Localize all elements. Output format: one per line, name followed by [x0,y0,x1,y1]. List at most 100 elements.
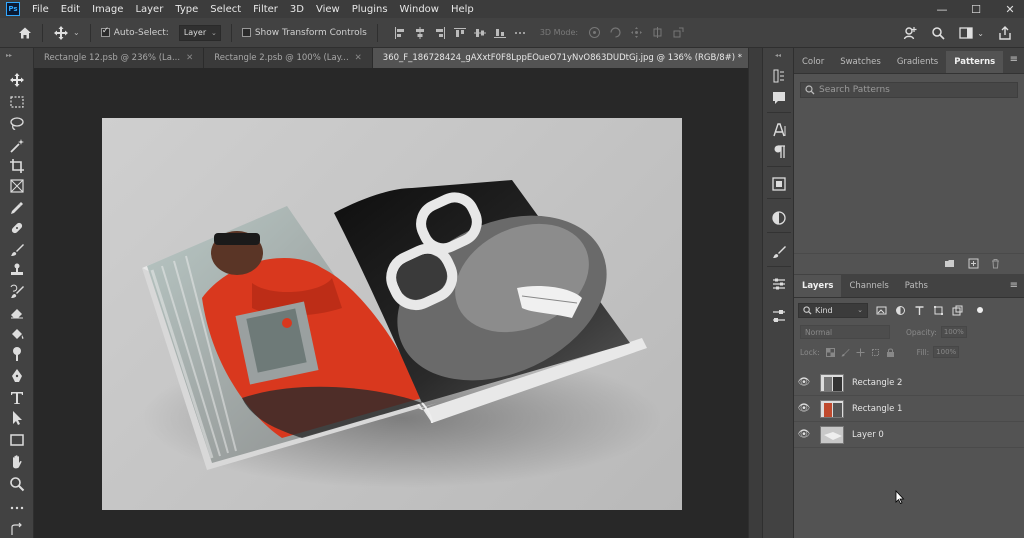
auto-select-checkbox[interactable]: Auto-Select: [100,26,169,38]
rectangle-tool-icon[interactable] [9,432,25,448]
chevron-down-icon[interactable]: ⌄ [73,28,80,37]
filter-adjustment-icon[interactable] [895,305,906,316]
collapse-icon[interactable]: ▸▸ [6,52,12,59]
canvas-area[interactable] [34,68,748,538]
swap-colors-icon[interactable] [9,522,25,538]
trash-icon[interactable] [990,258,1001,269]
share-user-icon[interactable] [903,26,917,40]
blend-mode-dropdown[interactable]: Normal [800,325,890,339]
properties-panel-icon[interactable] [771,176,787,192]
eye-visibility-icon[interactable]: 👁 [794,429,814,440]
align-left-icon[interactable] [394,26,406,39]
tab-swatches[interactable]: Swatches [832,51,889,73]
tab-channels[interactable]: Channels [841,275,896,297]
filter-kind-dropdown[interactable]: Kind ⌄ [798,302,868,318]
filter-pixel-icon[interactable] [876,305,887,316]
show-transform-check-icon[interactable] [241,28,251,37]
show-transform-checkbox[interactable]: Show Transform Controls [241,28,367,38]
chevron-down-icon[interactable]: ⌄ [977,29,984,38]
crop-tool-icon[interactable] [9,158,25,174]
home-icon[interactable] [18,26,32,40]
eraser-tool-icon[interactable] [9,304,25,320]
align-center-h-icon[interactable] [414,26,426,39]
menu-view[interactable]: View [316,4,340,15]
healing-brush-tool-icon[interactable] [9,220,25,236]
close-icon[interactable]: ✕ [1004,3,1016,16]
layer-row[interactable]: 👁 Rectangle 1 [794,396,1024,422]
tab-color[interactable]: Color [794,51,832,73]
collapse-icon[interactable]: ◂◂ [775,52,781,59]
panel-menu-icon[interactable]: ≡ [1010,280,1018,291]
share-icon[interactable] [998,26,1012,40]
search-patterns-input[interactable]: Search Patterns [800,82,1018,98]
menu-plugins[interactable]: Plugins [352,4,388,15]
eye-visibility-icon[interactable]: 👁 [794,403,814,414]
history-brush-tool-icon[interactable] [9,284,25,300]
frame-tool-icon[interactable] [9,178,25,194]
panel-menu-icon[interactable]: ≡ [1010,54,1018,65]
menu-select[interactable]: Select [210,4,241,15]
menu-filter[interactable]: Filter [253,4,278,15]
menu-edit[interactable]: Edit [61,4,80,15]
more-options-icon[interactable] [514,27,526,39]
filter-smart-object-icon[interactable] [952,305,963,316]
adjustments-panel-icon[interactable] [771,210,787,226]
layer-name[interactable]: Layer 0 [852,430,884,440]
layer-comps-panel-icon[interactable] [771,308,787,324]
align-top-icon[interactable] [453,27,466,39]
align-middle-icon[interactable] [473,27,486,39]
align-bottom-icon[interactable] [493,27,506,39]
menu-window[interactable]: Window [400,4,439,15]
eyedropper-tool-icon[interactable] [9,200,25,216]
menu-layer[interactable]: Layer [135,4,163,15]
stamp-tool-icon[interactable] [9,262,25,278]
more-tools-icon[interactable] [9,500,25,516]
lasso-tool-icon[interactable] [9,116,25,132]
pen-tool-icon[interactable] [9,368,25,384]
history-panel-icon[interactable] [771,68,787,84]
opacity-input[interactable]: 100% [940,326,967,338]
align-right-icon[interactable] [434,26,446,39]
tab-gradients[interactable]: Gradients [889,51,946,73]
close-icon[interactable]: ✕ [186,53,193,63]
layer-row[interactable]: 👁 Rectangle 2 [794,370,1024,396]
comments-panel-icon[interactable] [771,90,787,106]
layer-row[interactable]: 👁 Layer 0 [794,422,1024,448]
tab-layers[interactable]: Layers [794,275,842,297]
brush-settings-panel-icon[interactable] [771,244,787,260]
minimize-icon[interactable]: — [936,3,948,16]
new-group-folder-icon[interactable] [944,258,955,269]
3d-scale-icon[interactable] [672,26,685,39]
canvas-scrollbar[interactable] [748,48,762,538]
document-canvas[interactable] [102,118,682,510]
lock-artboard-icon[interactable] [871,348,880,357]
zoom-tool-icon[interactable] [9,476,25,492]
eye-visibility-icon[interactable]: 👁 [794,377,814,388]
character-panel-icon[interactable] [771,122,787,138]
maximize-icon[interactable]: ☐ [970,3,982,16]
auto-select-check-icon[interactable] [100,26,110,37]
path-selection-tool-icon[interactable] [9,410,25,426]
lock-all-icon[interactable] [886,348,895,357]
search-icon[interactable] [931,26,945,40]
layer-name[interactable]: Rectangle 2 [852,378,902,388]
hand-tool-icon[interactable] [9,454,25,470]
paragraph-panel-icon[interactable] [771,144,787,160]
libraries-panel-icon[interactable] [771,276,787,292]
filter-toggle-icon[interactable] [977,307,983,313]
menu-3d[interactable]: 3D [290,4,304,15]
brush-tool-icon[interactable] [9,242,25,258]
3d-slide-icon[interactable] [651,26,664,39]
workspace-icon[interactable] [959,26,973,40]
magic-wand-tool-icon[interactable] [9,138,25,154]
filter-type-icon[interactable] [914,305,925,316]
tab-active-document[interactable]: 360_F_186728424_gAXxtF0F8LppEOueO71yNvO8… [372,48,767,68]
lock-transparent-icon[interactable] [825,347,835,357]
tab-patterns[interactable]: Patterns [946,51,1004,73]
move-tool-icon[interactable] [9,72,25,88]
marquee-tool-icon[interactable] [9,94,25,110]
type-tool-icon[interactable] [9,390,25,406]
lock-position-icon[interactable] [856,348,865,357]
tab-rectangle-12[interactable]: Rectangle 12.psb @ 236% (La... ✕ [34,48,205,68]
fill-input[interactable]: 100% [933,346,960,358]
